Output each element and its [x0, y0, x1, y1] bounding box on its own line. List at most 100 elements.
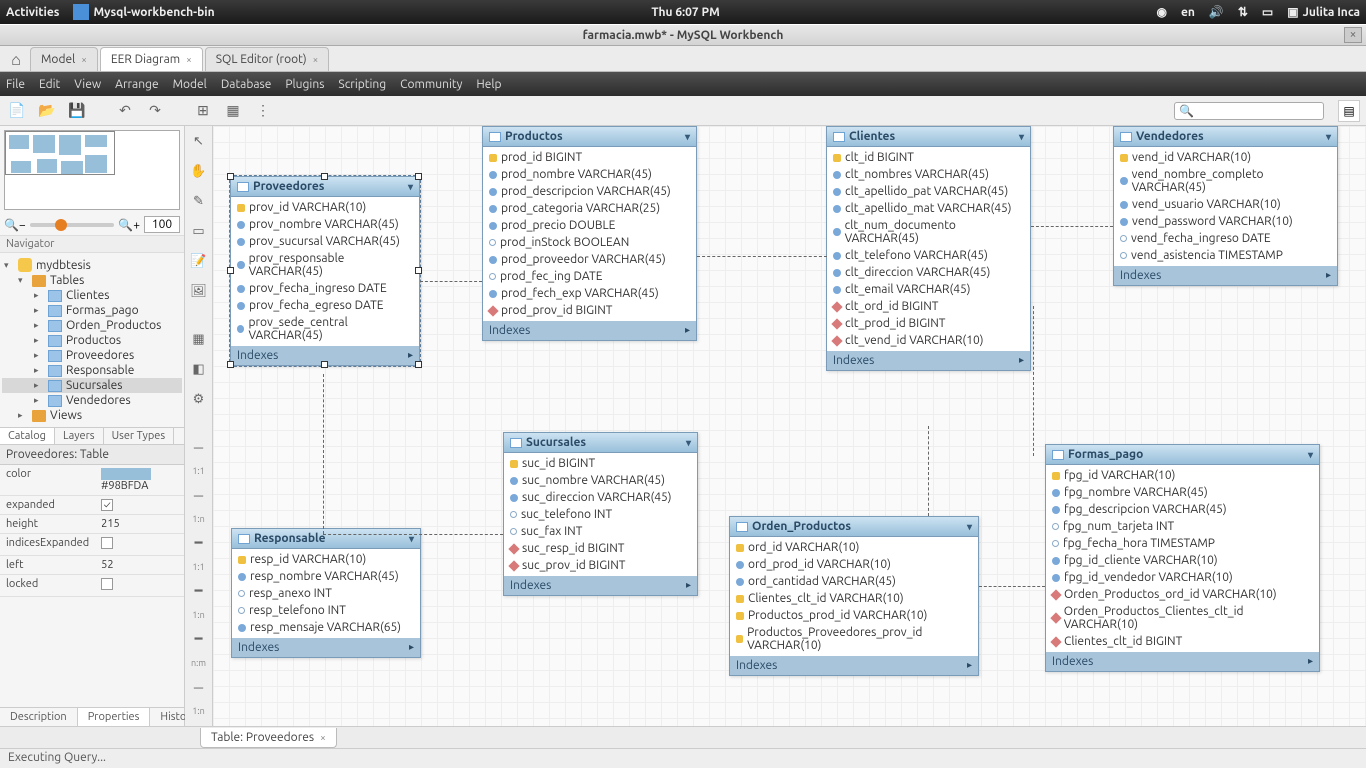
entity-orden-productos[interactable]: Orden_Productos▾ord_id VARCHAR(10)ord_pr…: [729, 516, 979, 676]
entity-field[interactable]: prov_nombre VARCHAR(45): [231, 216, 419, 233]
selection-handle[interactable]: [227, 173, 234, 180]
entity-field[interactable]: resp_nombre VARCHAR(45): [232, 568, 420, 585]
view-tool-icon[interactable]: ◧: [188, 358, 210, 380]
tab-model[interactable]: Model×: [30, 47, 98, 71]
selection-handle[interactable]: [321, 173, 328, 180]
accessibility-icon[interactable]: ◉: [1156, 5, 1166, 19]
redo-icon[interactable]: ↷: [144, 100, 166, 122]
routine-tool-icon[interactable]: ⚙: [188, 388, 210, 410]
new-icon[interactable]: 📄: [6, 100, 28, 122]
menu-database[interactable]: Database: [221, 78, 272, 91]
entity-header[interactable]: Clientes▾: [827, 127, 1030, 147]
indexes-section[interactable]: Indexes▸: [1114, 266, 1337, 285]
entity-field[interactable]: prod_fech_exp VARCHAR(45): [483, 285, 696, 302]
entity-field[interactable]: ord_cantidad VARCHAR(45): [730, 573, 978, 590]
chevron-down-icon[interactable]: ▾: [408, 181, 413, 193]
entity-field[interactable]: fpg_id VARCHAR(10): [1046, 467, 1319, 484]
entity-field[interactable]: clt_apellido_pat VARCHAR(45): [827, 183, 1030, 200]
entity-field[interactable]: prov_fecha_ingreso DATE: [231, 280, 419, 297]
tab-description[interactable]: Description: [0, 708, 78, 726]
tree-table-formas_pago[interactable]: ▸Formas_pago: [2, 303, 182, 318]
catalog-tab-usertypes[interactable]: User Types: [104, 428, 175, 444]
checkbox[interactable]: [101, 578, 113, 590]
search-box[interactable]: 🔍: [1174, 102, 1324, 120]
indexes-section[interactable]: Indexes▸: [827, 351, 1030, 370]
close-icon[interactable]: ×: [313, 54, 319, 65]
table-tool-icon[interactable]: ▦: [188, 328, 210, 350]
entity-field[interactable]: Productos_prod_id VARCHAR(10): [730, 607, 978, 624]
indexes-section[interactable]: Indexes▸: [730, 656, 978, 675]
menu-view[interactable]: View: [74, 78, 101, 91]
menu-plugins[interactable]: Plugins: [285, 78, 324, 91]
user-menu[interactable]: ▣ Julita Inca: [1287, 5, 1360, 19]
entity-field[interactable]: fpg_fecha_hora TIMESTAMP: [1046, 535, 1319, 552]
entity-field[interactable]: ord_id VARCHAR(10): [730, 539, 978, 556]
entity-field[interactable]: vend_nombre_completo VARCHAR(45): [1114, 166, 1337, 196]
entity-header[interactable]: Proveedores▾: [231, 177, 419, 197]
selection-handle[interactable]: [227, 361, 234, 368]
entity-header[interactable]: Sucursales▾: [504, 433, 697, 453]
zoom-value[interactable]: 100: [144, 216, 180, 233]
prop-value[interactable]: [95, 534, 184, 556]
entity-field[interactable]: clt_id BIGINT: [827, 149, 1030, 166]
chevron-down-icon[interactable]: ▾: [686, 437, 691, 449]
zoom-in-icon[interactable]: 🔍+: [118, 218, 140, 232]
prop-value[interactable]: 215: [95, 515, 184, 534]
entity-field[interactable]: clt_prod_id BIGINT: [827, 315, 1030, 332]
tree-table-vendedores[interactable]: ▸Vendedores: [2, 393, 182, 408]
menu-scripting[interactable]: Scripting: [338, 78, 386, 91]
checkbox[interactable]: [101, 499, 113, 511]
entity-field[interactable]: suc_resp_id BIGINT: [504, 540, 697, 557]
entity-field[interactable]: Orden_Productos_Clientes_clt_id VARCHAR(…: [1046, 603, 1319, 633]
menu-community[interactable]: Community: [400, 78, 462, 91]
entity-field[interactable]: prod_nombre VARCHAR(45): [483, 166, 696, 183]
entity-field[interactable]: fpg_descripcion VARCHAR(45): [1046, 501, 1319, 518]
pointer-tool-icon[interactable]: ↖: [188, 130, 210, 152]
taskbar-app[interactable]: Mysql-workbench-bin: [73, 4, 214, 20]
hand-tool-icon[interactable]: ✋: [188, 160, 210, 182]
close-icon[interactable]: ×: [320, 732, 326, 743]
entity-field[interactable]: clt_direccion VARCHAR(45): [827, 264, 1030, 281]
entity-field[interactable]: vend_asistencia TIMESTAMP: [1114, 247, 1337, 264]
align-icon[interactable]: ▦: [222, 100, 244, 122]
tree-table-productos[interactable]: ▸Productos: [2, 333, 182, 348]
rel-1-n-icon[interactable]: ─: [188, 484, 210, 506]
menu-model[interactable]: Model: [173, 78, 207, 91]
entity-field[interactable]: suc_direccion VARCHAR(45): [504, 489, 697, 506]
entity-field[interactable]: suc_fax INT: [504, 523, 697, 540]
window-close-button[interactable]: ×: [1344, 27, 1362, 43]
tab-properties[interactable]: Properties: [78, 708, 151, 726]
entity-field[interactable]: fpg_id_cliente VARCHAR(10): [1046, 552, 1319, 569]
entity-field[interactable]: prod_descripcion VARCHAR(45): [483, 183, 696, 200]
chevron-down-icon[interactable]: ▾: [685, 131, 690, 143]
close-icon[interactable]: ×: [186, 54, 192, 65]
entity-field[interactable]: fpg_num_tarjeta INT: [1046, 518, 1319, 535]
entity-field[interactable]: resp_anexo INT: [232, 585, 420, 602]
network-icon[interactable]: ⇅: [1238, 5, 1248, 19]
bottom-tab-table[interactable]: Table: Proveedores×: [200, 728, 337, 748]
entity-field[interactable]: clt_num_documento VARCHAR(45): [827, 217, 1030, 247]
zoom-out-icon[interactable]: 🔍−: [4, 218, 26, 232]
entity-field[interactable]: suc_id BIGINT: [504, 455, 697, 472]
entity-field[interactable]: ord_prod_id VARCHAR(10): [730, 556, 978, 573]
menu-file[interactable]: File: [6, 78, 25, 91]
menu-arrange[interactable]: Arrange: [115, 78, 158, 91]
lang-indicator[interactable]: en: [1181, 6, 1195, 19]
entity-field[interactable]: Productos_Proveedores_prov_id VARCHAR(10…: [730, 624, 978, 654]
entity-header[interactable]: Productos▾: [483, 127, 696, 147]
toggle-sidebar-icon[interactable]: ▤: [1338, 100, 1360, 122]
navigator-preview[interactable]: [4, 130, 180, 210]
indexes-section[interactable]: Indexes▸: [1046, 652, 1319, 671]
entity-productos[interactable]: Productos▾prod_id BIGINTprod_nombre VARC…: [482, 126, 697, 341]
entity-header[interactable]: Formas_pago▾: [1046, 445, 1319, 465]
rel-1-1-icon[interactable]: ─: [188, 436, 210, 458]
home-icon[interactable]: ⌂: [4, 49, 28, 71]
rel-1-nb-icon[interactable]: ━: [188, 580, 210, 602]
checkbox[interactable]: [101, 537, 113, 549]
indexes-section[interactable]: Indexes▸: [483, 321, 696, 340]
entity-field[interactable]: fpg_nombre VARCHAR(45): [1046, 484, 1319, 501]
tree-table-clientes[interactable]: ▸Clientes: [2, 288, 182, 303]
entity-field[interactable]: prod_fec_ing DATE: [483, 268, 696, 285]
save-icon[interactable]: 💾: [66, 100, 88, 122]
tree-table-orden_productos[interactable]: ▸Orden_Productos: [2, 318, 182, 333]
